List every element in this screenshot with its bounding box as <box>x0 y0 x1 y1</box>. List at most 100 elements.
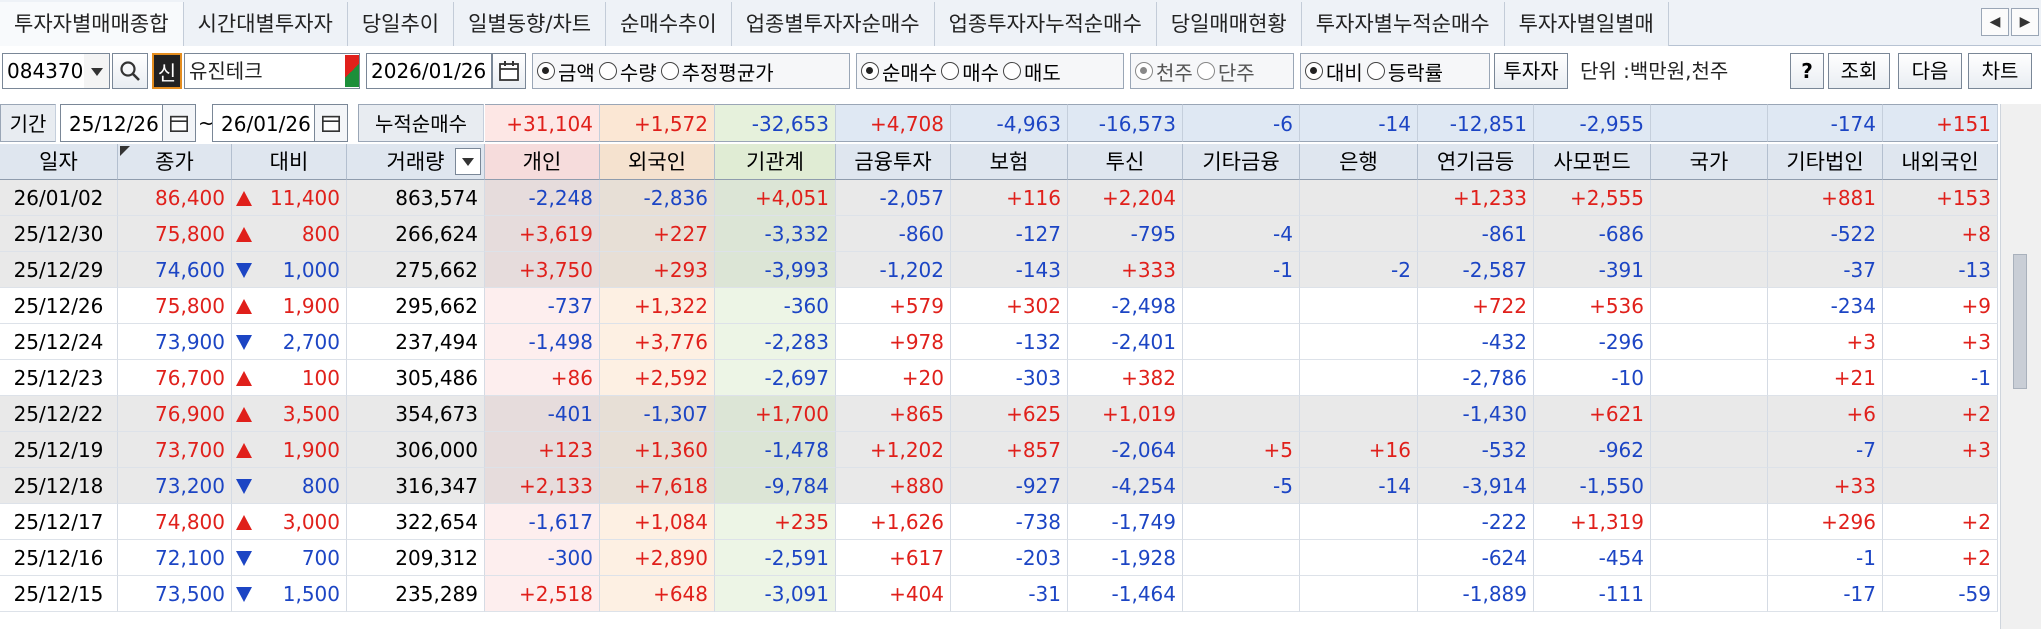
radio-button[interactable] <box>1003 62 1022 80</box>
column-header[interactable]: 외국인 <box>600 144 715 180</box>
table-row[interactable]: 25/12/23 76,700 100 305,486 +86 +2,592 -2,697 +… <box>0 360 1998 396</box>
tab-10[interactable]: 투자자별일별매 <box>1504 2 1669 46</box>
radio-button[interactable] <box>1305 62 1323 80</box>
investor-value-cell: -360 <box>715 288 836 324</box>
radio-option[interactable]: 금액 <box>537 57 595 86</box>
stock-code-dropdown-button[interactable] <box>84 53 110 89</box>
column-header-label: 거래량 <box>386 150 445 174</box>
column-header[interactable]: 은행 <box>1300 144 1418 180</box>
volume-filter-dropdown-button[interactable] <box>455 148 481 175</box>
close-price-cell: 73,200 <box>118 468 232 504</box>
tab-2[interactable]: 시간대별투자자 <box>183 2 348 46</box>
column-header[interactable]: 국가 <box>1651 144 1768 180</box>
tab-3[interactable]: 당일추이 <box>347 2 455 46</box>
tab-5[interactable]: 순매수추이 <box>606 2 732 46</box>
stock-search-button[interactable] <box>112 53 148 89</box>
tab-7[interactable]: 업종투자자누적순매수 <box>934 2 1157 46</box>
column-header[interactable]: 거래량 <box>347 144 485 180</box>
investor-value-cell: +123 <box>485 432 600 468</box>
radio-option[interactable]: 추정평균가 <box>660 57 774 86</box>
table-row[interactable]: 25/12/24 73,900 2,700 237,494 -1,498 +3,776 -2… <box>0 324 1998 360</box>
radio-button[interactable] <box>537 62 555 80</box>
date-input[interactable]: 2026/01/26 <box>366 53 492 89</box>
investor-value-cell: -962 <box>1534 432 1651 468</box>
column-header[interactable]: 보험 <box>951 144 1068 180</box>
investor-value-cell: +625 <box>951 396 1068 432</box>
period-to-picker-button[interactable] <box>314 104 348 142</box>
date-cell: 25/12/19 <box>0 432 118 468</box>
period-from-picker-button[interactable] <box>162 104 196 142</box>
table-row[interactable]: 25/12/17 74,800 3,000 322,654 -1,617 +1,084 +2… <box>0 504 1998 540</box>
close-price-cell: 73,900 <box>118 324 232 360</box>
radio-option[interactable]: 대비 <box>1305 57 1363 86</box>
column-header[interactable]: 연기금등 <box>1418 144 1534 180</box>
column-header[interactable]: 종가 <box>118 144 232 180</box>
investor-value-cell: +296 <box>1768 504 1883 540</box>
next-button[interactable]: 다음 <box>1898 53 1962 89</box>
scrollbar-thumb[interactable] <box>2013 254 2027 389</box>
investor-value-cell: +3,750 <box>485 252 600 288</box>
investor-value-cell: -37 <box>1768 252 1883 288</box>
investor-value-cell <box>1651 216 1768 252</box>
change-mode-radio-group: 대비 등락률 <box>1300 53 1490 89</box>
investor-value-cell: +404 <box>836 576 951 612</box>
investor-value-cell <box>1300 576 1418 612</box>
table-row[interactable]: 25/12/26 75,800 1,900 295,662 -737 +1,322 -360… <box>0 288 1998 324</box>
change-wrapper: 3,000 <box>232 504 340 540</box>
column-header[interactable]: 기타법인 <box>1768 144 1883 180</box>
table-row[interactable]: 25/12/15 73,500 1,500 235,289 +2,518 +648 -3,0… <box>0 576 1998 612</box>
table-row[interactable]: 25/12/30 75,800 800 266,624 +3,619 +227 -3,332… <box>0 216 1998 252</box>
change-value: 100 <box>301 366 340 390</box>
radio-button[interactable] <box>660 62 679 80</box>
investor-button[interactable]: 투자자 <box>1494 53 1568 89</box>
investor-value-cell <box>1651 180 1768 216</box>
table-row[interactable]: 25/12/18 73,200 800 316,347 +2,133 +7,618 -9,7… <box>0 468 1998 504</box>
radio-option[interactable]: 단주 <box>1196 57 1255 86</box>
radio-button[interactable] <box>941 62 960 80</box>
column-header[interactable]: 사모펀드 <box>1534 144 1651 180</box>
tab-9[interactable]: 투자자별누적순매수 <box>1301 2 1505 46</box>
radio-option[interactable]: 순매수 <box>861 57 937 86</box>
radio-option[interactable]: 매수 <box>941 57 999 86</box>
table-row[interactable]: 26/01/02 86,400 11,400 863,574 -2,248 -2,836 +… <box>0 180 1998 216</box>
radio-button[interactable] <box>861 62 879 80</box>
screen-tab-bar: 투자자별매매종합 시간대별투자자 당일추이 일별동향/차트 순매수추이 업종별투자자순매수… <box>0 0 2041 46</box>
market-flag-icon <box>345 55 359 87</box>
tab-scroll-left-button[interactable]: ◀ <box>1981 8 2009 36</box>
tab-4[interactable]: 일별동향/차트 <box>454 2 607 46</box>
investor-value-cell: -1 <box>1183 252 1300 288</box>
table-row[interactable]: 25/12/16 72,100 700 209,312 -300 +2,890 -2,591… <box>0 540 1998 576</box>
change-cell: 800 <box>232 468 347 504</box>
chart-button[interactable]: 차트 <box>1968 53 2032 89</box>
investor-value-cell: -686 <box>1534 216 1651 252</box>
tab-6[interactable]: 업종별투자자순매수 <box>731 2 935 46</box>
column-header[interactable]: 금융투자 <box>836 144 951 180</box>
radio-option[interactable]: 수량 <box>598 57 657 86</box>
tab-scroll-right-button[interactable]: ▶ <box>2011 8 2039 36</box>
column-header[interactable]: 대비 <box>232 144 347 180</box>
column-header[interactable]: 기타금융 <box>1183 144 1300 180</box>
table-row[interactable]: 25/12/29 74,600 1,000 275,662 +3,750 +293 -3,9… <box>0 252 1998 288</box>
column-header[interactable]: 개인 <box>485 144 600 180</box>
help-button[interactable]: ? <box>1790 53 1824 89</box>
radio-button[interactable] <box>1135 62 1153 80</box>
radio-button[interactable] <box>598 62 617 80</box>
column-header[interactable]: 내외국인 <box>1883 144 1998 180</box>
radio-option[interactable]: 등락률 <box>1366 57 1443 86</box>
radio-option[interactable]: 매도 <box>1003 57 1061 86</box>
radio-button[interactable] <box>1196 62 1215 80</box>
query-button[interactable]: 조회 <box>1828 53 1890 89</box>
tab-8[interactable]: 당일매매현황 <box>1156 2 1302 46</box>
radio-option[interactable]: 천주 <box>1135 57 1193 86</box>
table-row[interactable]: 25/12/19 73,700 1,900 306,000 +123 +1,360 -1,4… <box>0 432 1998 468</box>
credit-badge: 신 <box>152 53 182 89</box>
tab-1[interactable]: 투자자별매매종합 <box>0 2 184 46</box>
vertical-scrollbar[interactable] <box>2000 104 2041 629</box>
date-picker-button[interactable] <box>492 53 526 89</box>
table-row[interactable]: 25/12/22 76,900 3,500 354,673 -401 -1,307 +1,7… <box>0 396 1998 432</box>
column-header[interactable]: 투신 <box>1068 144 1183 180</box>
radio-button[interactable] <box>1366 62 1385 80</box>
column-header[interactable]: 일자 <box>0 144 118 180</box>
column-header[interactable]: 기관계 <box>715 144 836 180</box>
change-wrapper: 2,700 <box>232 324 340 360</box>
